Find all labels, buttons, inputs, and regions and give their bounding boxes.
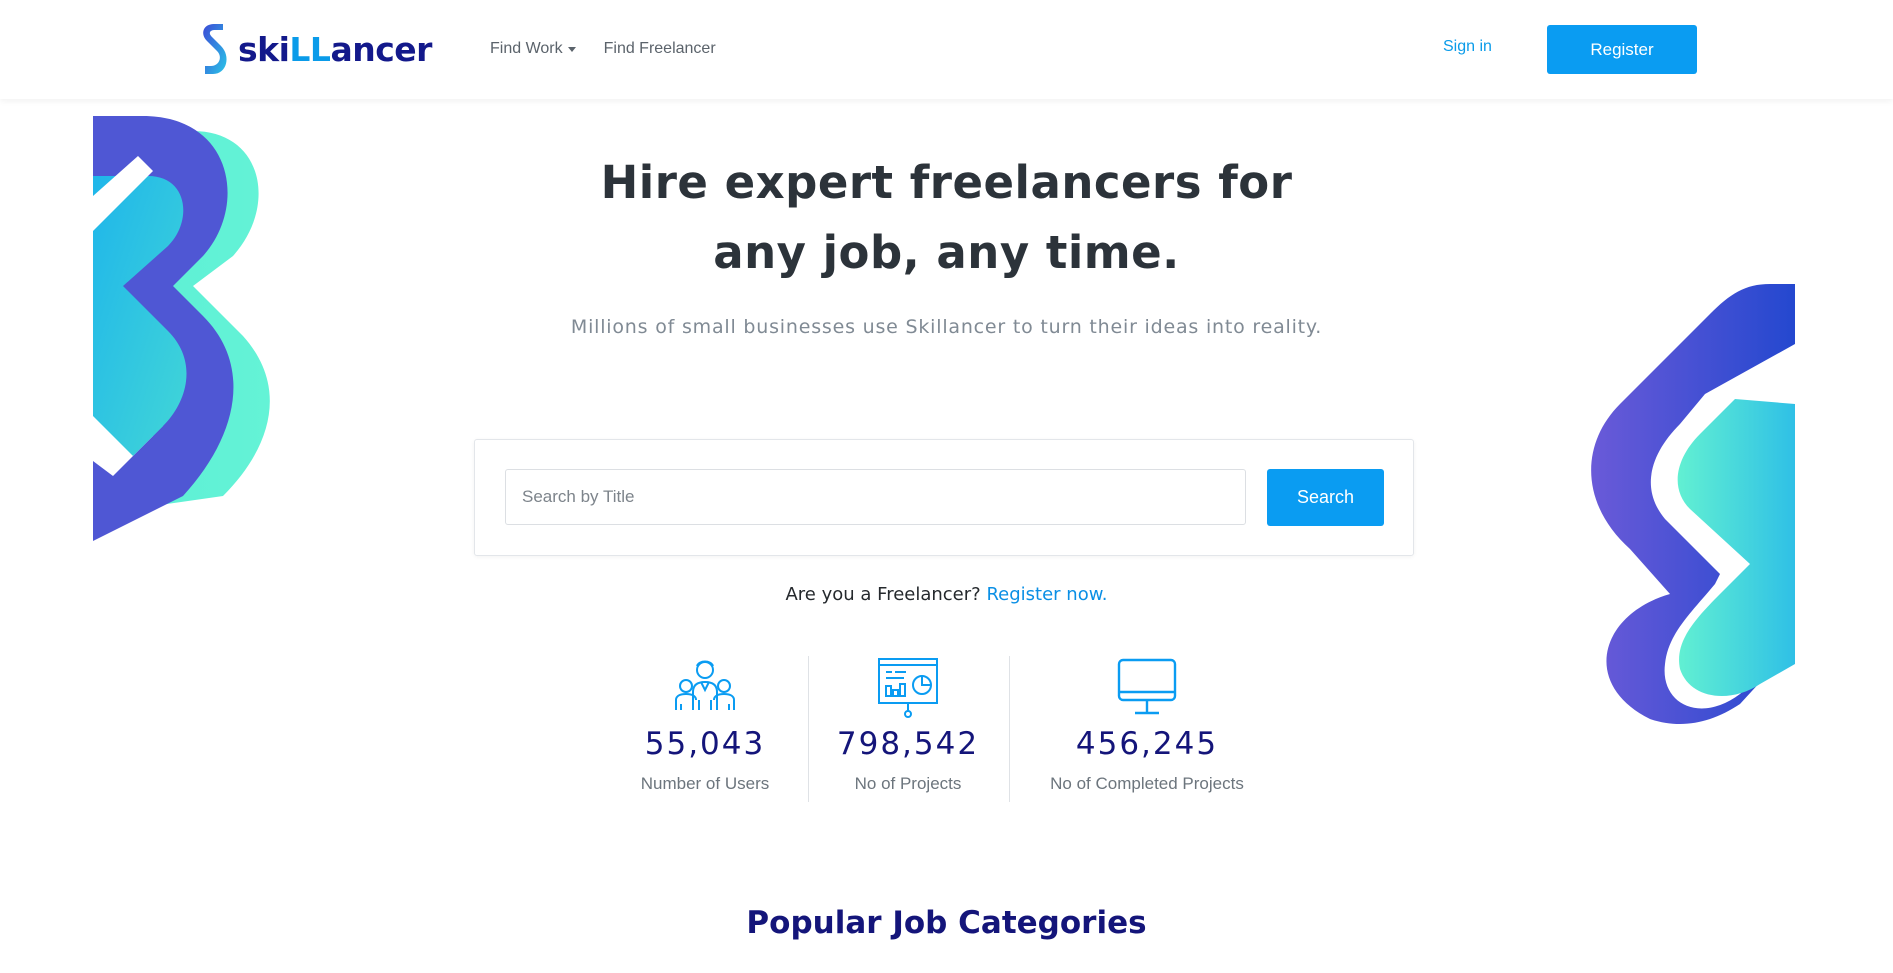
- chevron-down-icon: [567, 46, 576, 52]
- freelancer-question: Are you a Freelancer?: [785, 584, 981, 605]
- stat-projects-value: 798,542: [836, 726, 980, 762]
- hero-subtitle: Millions of small businesses use Skillan…: [570, 316, 1323, 338]
- search-card: Search: [474, 439, 1414, 556]
- monitor-icon: [1117, 658, 1177, 715]
- stat-users-value: 55,043: [644, 726, 766, 762]
- nav-find-freelancer[interactable]: Find Freelancer: [604, 40, 716, 58]
- main-nav: Find Work Find Freelancer: [490, 40, 716, 58]
- stat-projects: 798,542 No of Projects: [828, 656, 988, 794]
- hero-title-line2: any job, any time.: [713, 226, 1180, 279]
- popular-categories-heading: Popular Job Categories: [0, 905, 1893, 941]
- presentation-chart-icon: [878, 658, 938, 718]
- stat-completed-projects: 456,245 No of Completed Projects: [1030, 656, 1264, 794]
- stat-users-label: Number of Users: [640, 774, 770, 793]
- hero-title-line1: Hire expert freelancers for: [600, 156, 1293, 209]
- sign-in-link[interactable]: Sign in: [1443, 38, 1492, 56]
- register-button[interactable]: Register: [1547, 25, 1697, 74]
- nav-find-work[interactable]: Find Work: [490, 40, 576, 58]
- stat-users: 55,043 Number of Users: [620, 656, 790, 794]
- logo-mark-icon: [203, 24, 227, 74]
- search-input[interactable]: [505, 469, 1246, 525]
- stat-completed-value: 456,245: [1075, 726, 1219, 762]
- freelancer-register-prompt: Are you a Freelancer? Register now.: [0, 584, 1893, 605]
- logo-wordmark: skiLLancer: [238, 29, 432, 69]
- site-logo[interactable]: skiLLancer: [197, 22, 432, 76]
- stat-completed-label: No of Completed Projects: [1050, 774, 1244, 793]
- categories-title-bold: Categories: [958, 905, 1147, 941]
- stat-divider: [1009, 656, 1010, 802]
- nav-find-freelancer-label: Find Freelancer: [603, 40, 716, 57]
- search-button[interactable]: Search: [1267, 469, 1384, 526]
- nav-find-work-label: Find Work: [490, 40, 563, 57]
- hero-title: Hire expert freelancers for any job, any…: [0, 148, 1893, 288]
- stat-projects-label: No of Projects: [854, 774, 962, 793]
- users-icon: [675, 660, 735, 710]
- categories-title-regular: Popular Job: [746, 905, 948, 941]
- decorative-logo-shape-right: [1591, 284, 1795, 724]
- top-navbar: skiLLancer Find Work Find Freelancer Sig…: [0, 0, 1893, 99]
- stat-divider: [808, 656, 809, 802]
- register-now-link[interactable]: Register now.: [986, 584, 1107, 605]
